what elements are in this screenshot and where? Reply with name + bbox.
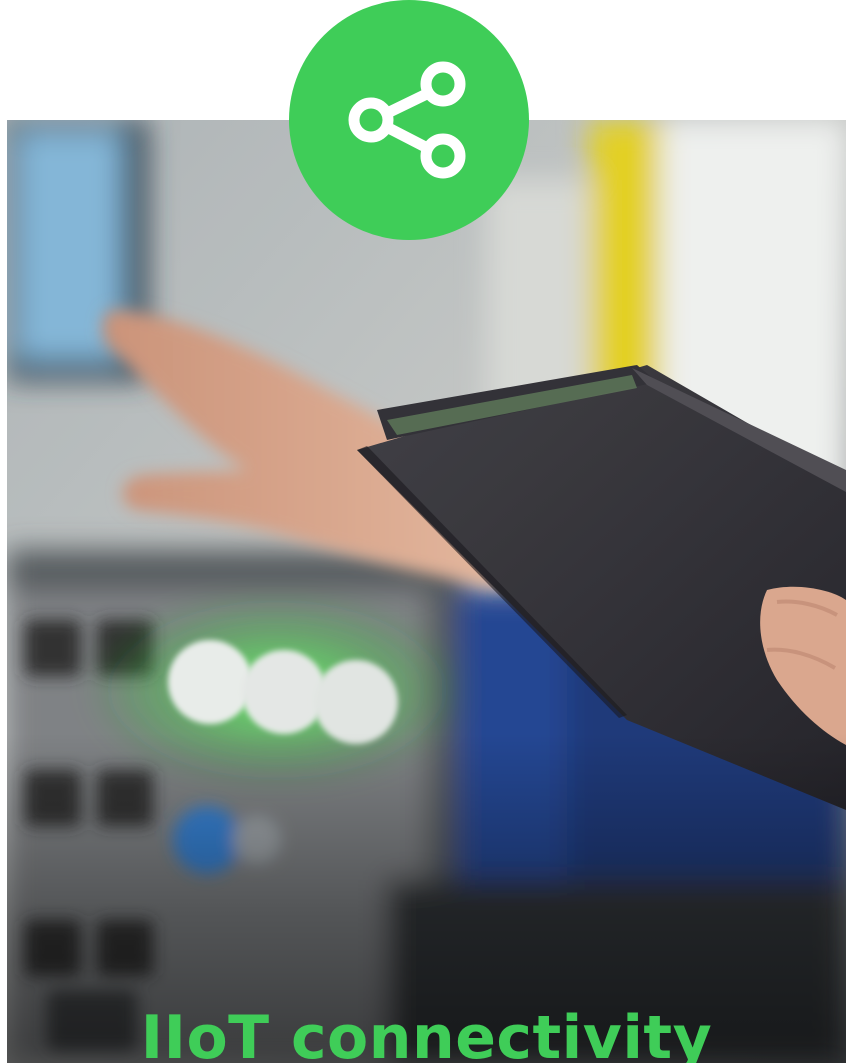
share-icon-badge [289,0,529,240]
feature-tile[interactable]: IIoT connectivity [7,120,846,1063]
share-icon [348,61,466,179]
tile-title: IIoT connectivity [140,1003,713,1063]
